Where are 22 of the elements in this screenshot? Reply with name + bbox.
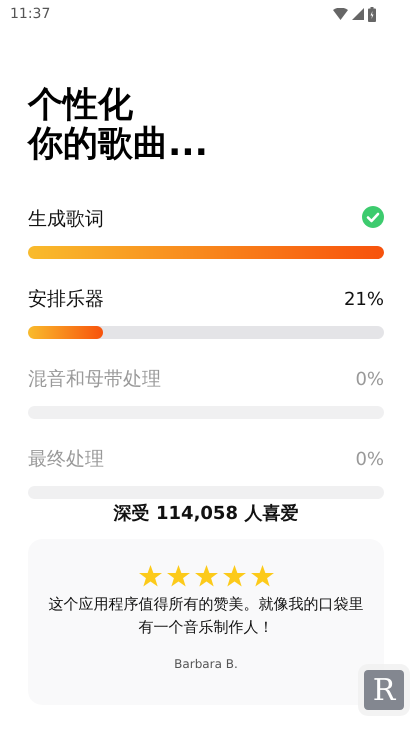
battery-icon	[368, 6, 376, 22]
loved-by-count: 深受 114,058 人喜爱	[112, 503, 300, 525]
progress-percent: 0%	[355, 449, 384, 470]
review-author: Barbara B.	[174, 657, 238, 671]
star-icon	[250, 565, 274, 587]
page-title: 个性化	[28, 86, 133, 125]
progress-percent: 0%	[355, 369, 384, 390]
page-title: 你的歌曲...	[28, 125, 208, 164]
status-time: 11:37	[10, 6, 50, 22]
step-label: 最终处理	[28, 447, 104, 472]
step-label: 混音和母带处理	[28, 367, 161, 392]
floating-button[interactable]: R	[364, 670, 404, 710]
step-label: 安排乐器	[28, 287, 104, 312]
star-icon	[166, 565, 190, 587]
signal-icon	[352, 8, 364, 20]
star-icon	[138, 565, 162, 587]
progress-percent: 21%	[344, 289, 384, 310]
wifi-icon	[333, 8, 348, 20]
step-label: 生成歌词	[28, 207, 104, 232]
star-icon	[222, 565, 246, 587]
review-text: 这个应用程序值得所有的赞美。就像我的口袋里有一个音乐制作人！	[48, 594, 364, 638]
star-icon	[194, 565, 218, 587]
